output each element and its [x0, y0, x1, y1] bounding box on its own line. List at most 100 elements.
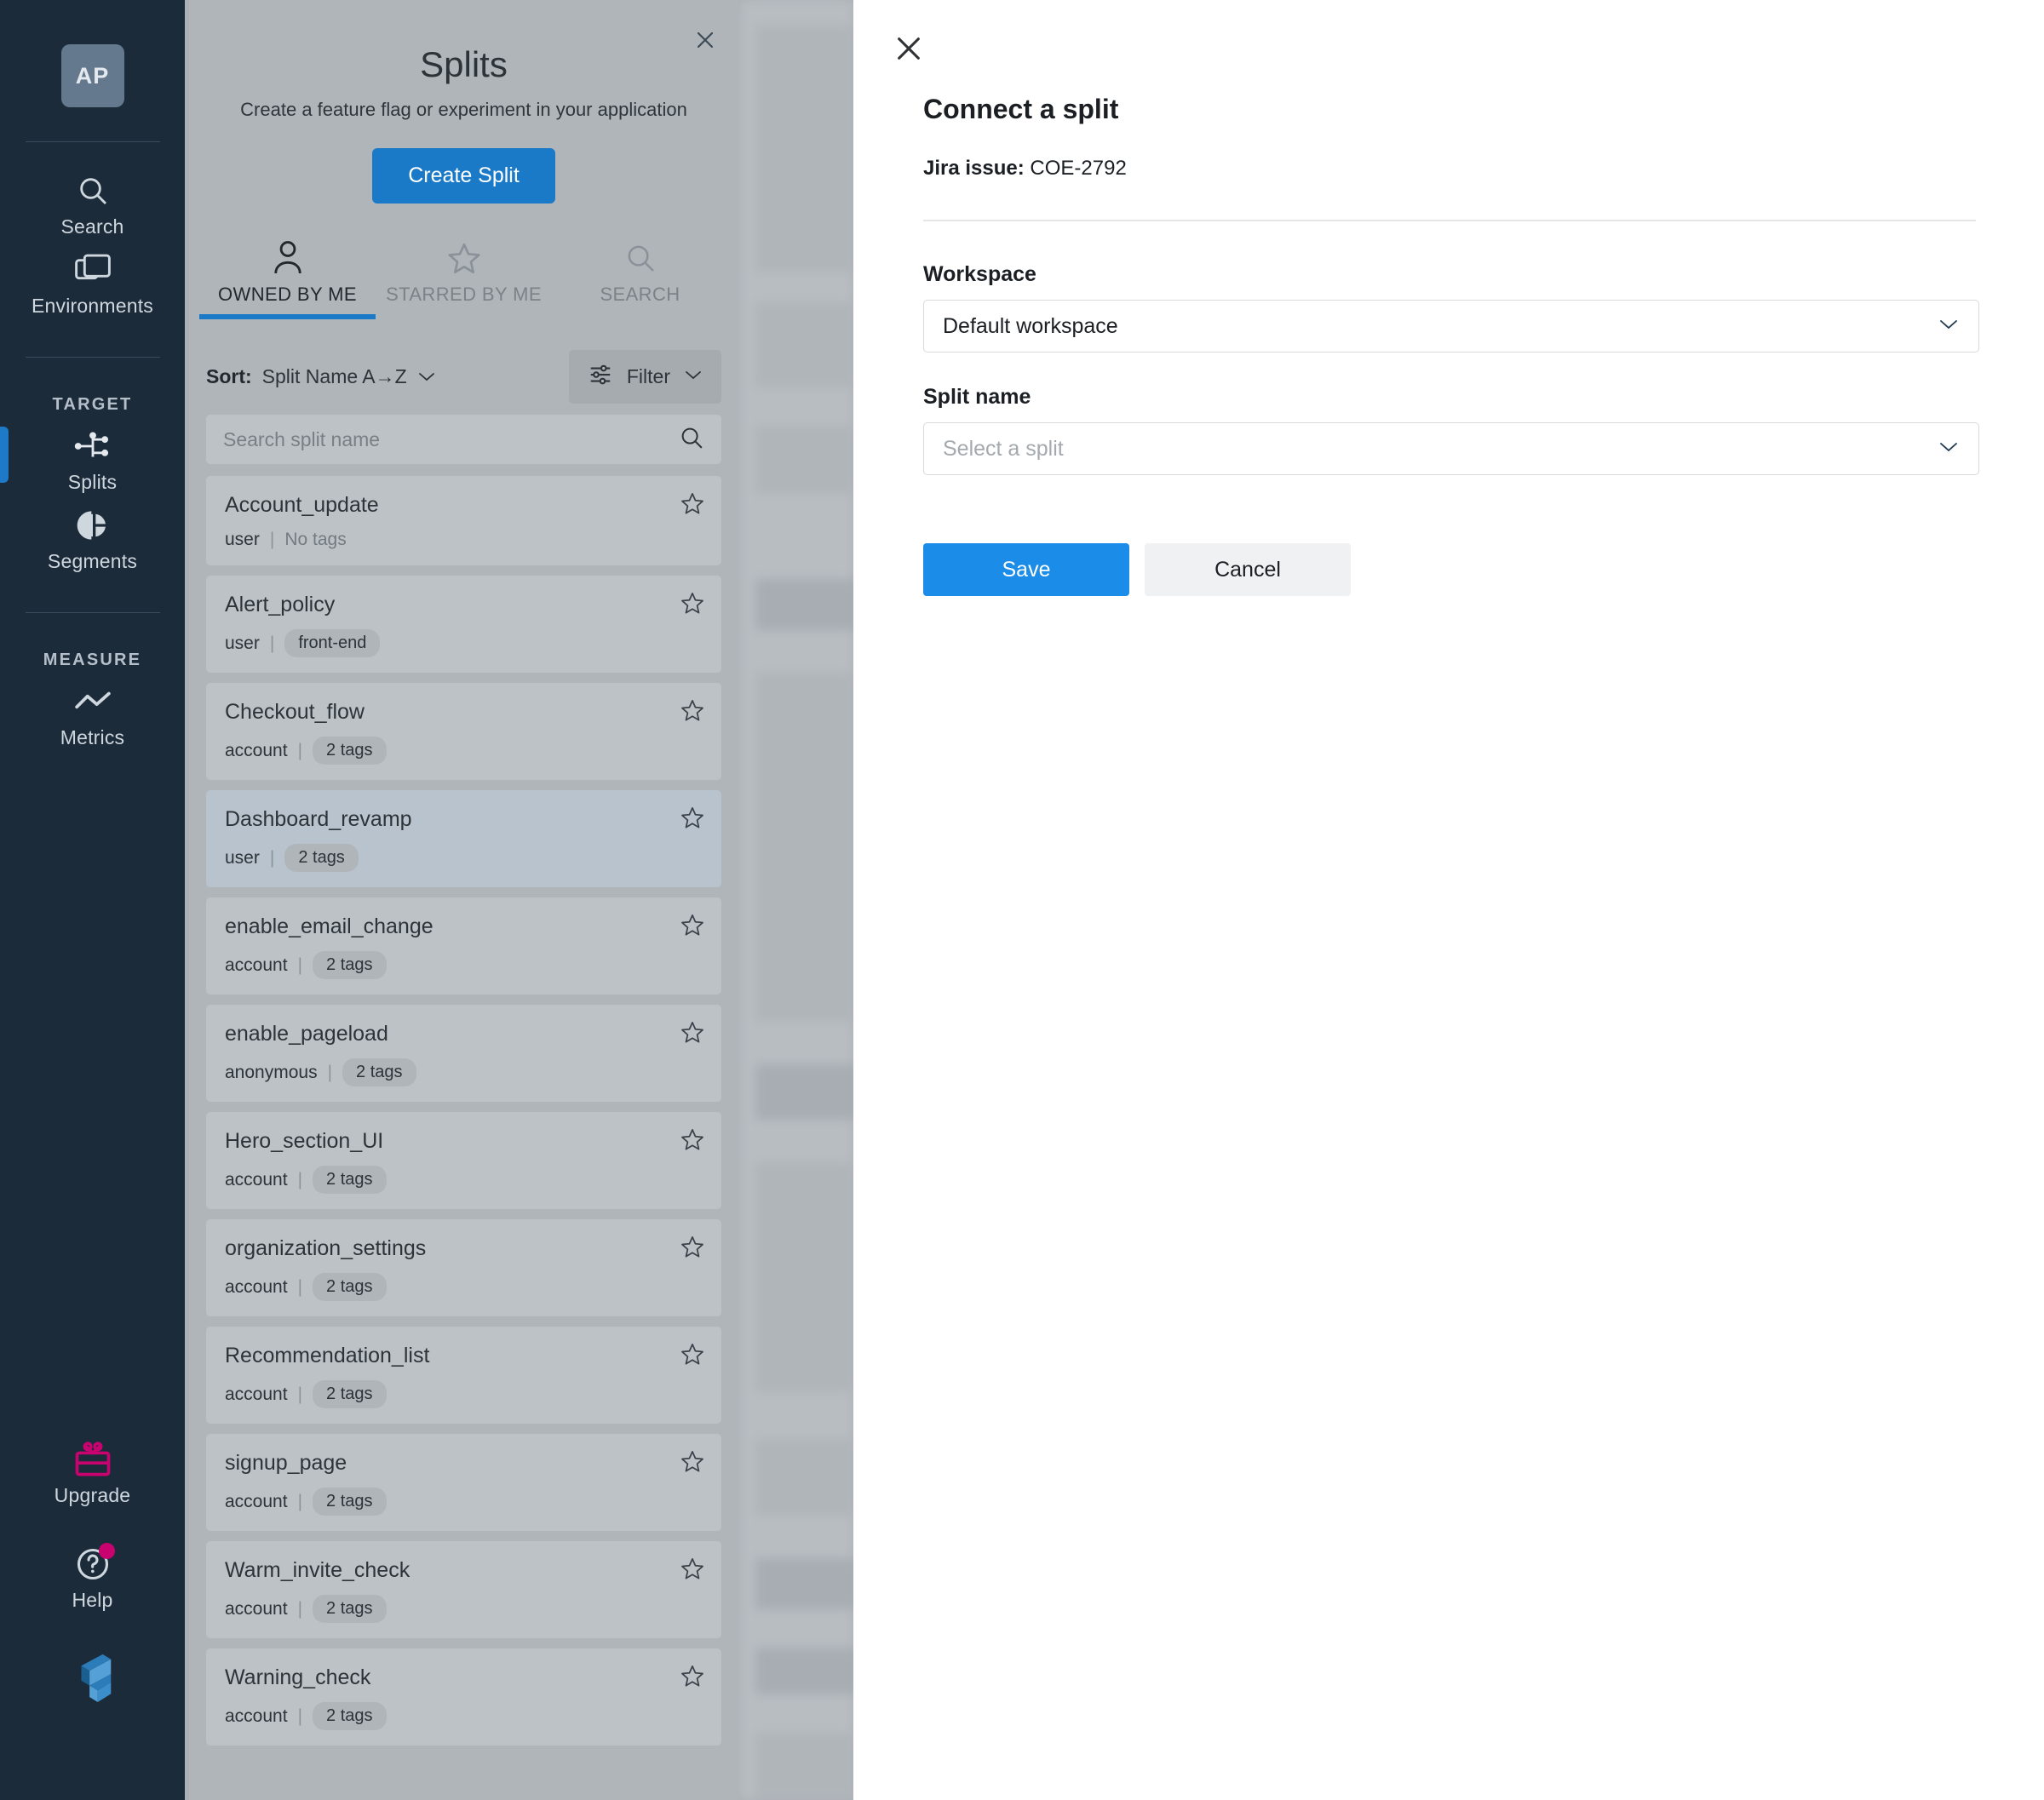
- search-icon[interactable]: [679, 425, 704, 455]
- jira-issue-label: Jira issue:: [923, 157, 1025, 180]
- split-name-select[interactable]: Select a split: [923, 422, 1979, 475]
- sidebar-item-segments[interactable]: Segments: [0, 499, 185, 578]
- split-owner: user: [225, 847, 260, 868]
- split-tags: 2 tags: [313, 737, 387, 765]
- app-root: AP Search Environments TARGET Splits Seg…: [0, 0, 2044, 1800]
- sidebar-section-measure: MEASURE: [43, 651, 142, 669]
- split-list-item[interactable]: signup_page account | 2 tags: [206, 1434, 721, 1531]
- star-icon[interactable]: [680, 591, 704, 619]
- split-meta: user | No tags: [225, 530, 703, 550]
- save-button[interactable]: Save: [923, 543, 1129, 596]
- tab-search[interactable]: SEARCH: [552, 236, 728, 314]
- splits-tabs: OWNED BY ME STARRED BY ME SEARCH: [189, 236, 738, 319]
- split-owner: account: [225, 1276, 288, 1297]
- star-icon[interactable]: [680, 1127, 704, 1155]
- split-list-item[interactable]: enable_pageload anonymous | 2 tags: [206, 1005, 721, 1102]
- chevron-down-icon: [1938, 440, 1960, 458]
- meta-separator: |: [297, 1169, 303, 1189]
- sidebar-item-label: Help: [72, 1589, 113, 1611]
- split-list-item[interactable]: enable_email_change account | 2 tags: [206, 897, 721, 995]
- gift-icon: [74, 1440, 112, 1479]
- sort-value[interactable]: Split Name A→Z: [262, 365, 407, 388]
- left-sidebar: AP Search Environments TARGET Splits Seg…: [0, 0, 185, 1800]
- meta-separator: |: [297, 1598, 303, 1619]
- tab-label: SEARCH: [600, 284, 680, 305]
- tab-owned-by-me[interactable]: OWNED BY ME: [199, 236, 376, 319]
- modal-close-icon[interactable]: [889, 29, 928, 68]
- active-indicator: [0, 427, 9, 483]
- sidebar-item-splits[interactable]: Splits: [0, 420, 185, 499]
- split-name: Recommendation_list: [225, 1344, 430, 1367]
- split-name: enable_email_change: [225, 914, 433, 938]
- split-list-item[interactable]: Checkout_flow account | 2 tags: [206, 683, 721, 780]
- cancel-button[interactable]: Cancel: [1145, 543, 1351, 596]
- split-meta: account | 2 tags: [225, 1166, 703, 1194]
- star-icon[interactable]: [680, 1020, 704, 1048]
- star-icon[interactable]: [680, 491, 704, 519]
- star-icon[interactable]: [680, 1235, 704, 1263]
- split-name: signup_page: [225, 1451, 347, 1475]
- split-name: Account_update: [225, 493, 379, 517]
- split-tags: 2 tags: [284, 844, 359, 872]
- sidebar-item-metrics[interactable]: Metrics: [0, 675, 185, 754]
- meta-separator: |: [327, 1062, 333, 1082]
- split-name: Alert_policy: [225, 593, 336, 616]
- split-list-item[interactable]: Recommendation_list account | 2 tags: [206, 1327, 721, 1424]
- split-tags: 2 tags: [313, 1166, 387, 1194]
- split-name: Hero_section_UI: [225, 1129, 384, 1153]
- avatar-initials: AP: [75, 62, 110, 89]
- star-icon[interactable]: [680, 698, 704, 726]
- split-list-item[interactable]: organization_settings account | 2 tags: [206, 1219, 721, 1316]
- sidebar-item-environments[interactable]: Environments: [0, 244, 185, 323]
- star-icon[interactable]: [680, 1556, 704, 1585]
- star-icon[interactable]: [680, 1449, 704, 1477]
- tab-starred-by-me[interactable]: STARRED BY ME: [376, 236, 552, 314]
- modal-actions: Save Cancel: [923, 543, 1351, 596]
- avatar[interactable]: AP: [60, 44, 124, 107]
- person-icon: [272, 236, 304, 275]
- metrics-icon: [74, 682, 112, 721]
- split-meta: anonymous | 2 tags: [225, 1058, 703, 1086]
- star-icon: [447, 236, 481, 275]
- split-owner: user: [225, 530, 260, 549]
- split-list-item[interactable]: Dashboard_revamp user | 2 tags: [206, 790, 721, 887]
- split-list-item[interactable]: Hero_section_UI account | 2 tags: [206, 1112, 721, 1209]
- search-input-placeholder: Search split name: [223, 427, 381, 450]
- splits-panel-close-icon[interactable]: [691, 26, 720, 54]
- split-tags: 2 tags: [313, 1488, 387, 1516]
- connect-split-modal: Connect a split Jira issue: COE-2792 Wor…: [853, 0, 2044, 1800]
- filter-button[interactable]: Filter: [568, 349, 721, 404]
- segments-icon: [76, 506, 110, 545]
- sidebar-item-upgrade[interactable]: Upgrade: [0, 1433, 185, 1512]
- split-owner: account: [225, 1384, 288, 1404]
- split-name: organization_settings: [225, 1236, 427, 1260]
- create-split-button[interactable]: Create Split: [372, 148, 555, 204]
- help-notification-dot: [98, 1543, 115, 1559]
- star-icon[interactable]: [680, 1342, 704, 1370]
- search-split-input[interactable]: Search split name: [206, 415, 721, 464]
- star-icon[interactable]: [680, 1664, 704, 1692]
- split-meta: account | 2 tags: [225, 1380, 703, 1408]
- split-list-item[interactable]: Warm_invite_check account | 2 tags: [206, 1541, 721, 1638]
- sidebar-item-label: Segments: [47, 550, 138, 572]
- split-list-item[interactable]: Warning_check account | 2 tags: [206, 1648, 721, 1746]
- star-icon[interactable]: [680, 913, 704, 941]
- split-owner: account: [225, 954, 288, 975]
- chevron-down-icon[interactable]: [417, 370, 436, 382]
- meta-separator: |: [297, 1384, 303, 1404]
- star-icon[interactable]: [680, 805, 704, 834]
- workspace-select[interactable]: Default workspace: [923, 300, 1979, 353]
- split-list-item[interactable]: Account_update user | No tags: [206, 476, 721, 565]
- split-tags: 2 tags: [342, 1058, 416, 1086]
- split-list-item[interactable]: Alert_policy user | front-end: [206, 576, 721, 673]
- sidebar-item-help[interactable]: Help: [0, 1538, 185, 1617]
- split-tags: 2 tags: [313, 1595, 387, 1623]
- divider: [25, 357, 160, 358]
- sidebar-item-label: Metrics: [60, 726, 125, 748]
- sidebar-item-search[interactable]: Search: [0, 164, 185, 244]
- split-owner: account: [225, 1705, 288, 1726]
- search-icon: [76, 171, 110, 210]
- split-tags: 2 tags: [313, 1273, 387, 1301]
- search-icon: [624, 236, 657, 275]
- brand-logo-icon[interactable]: [68, 1651, 118, 1706]
